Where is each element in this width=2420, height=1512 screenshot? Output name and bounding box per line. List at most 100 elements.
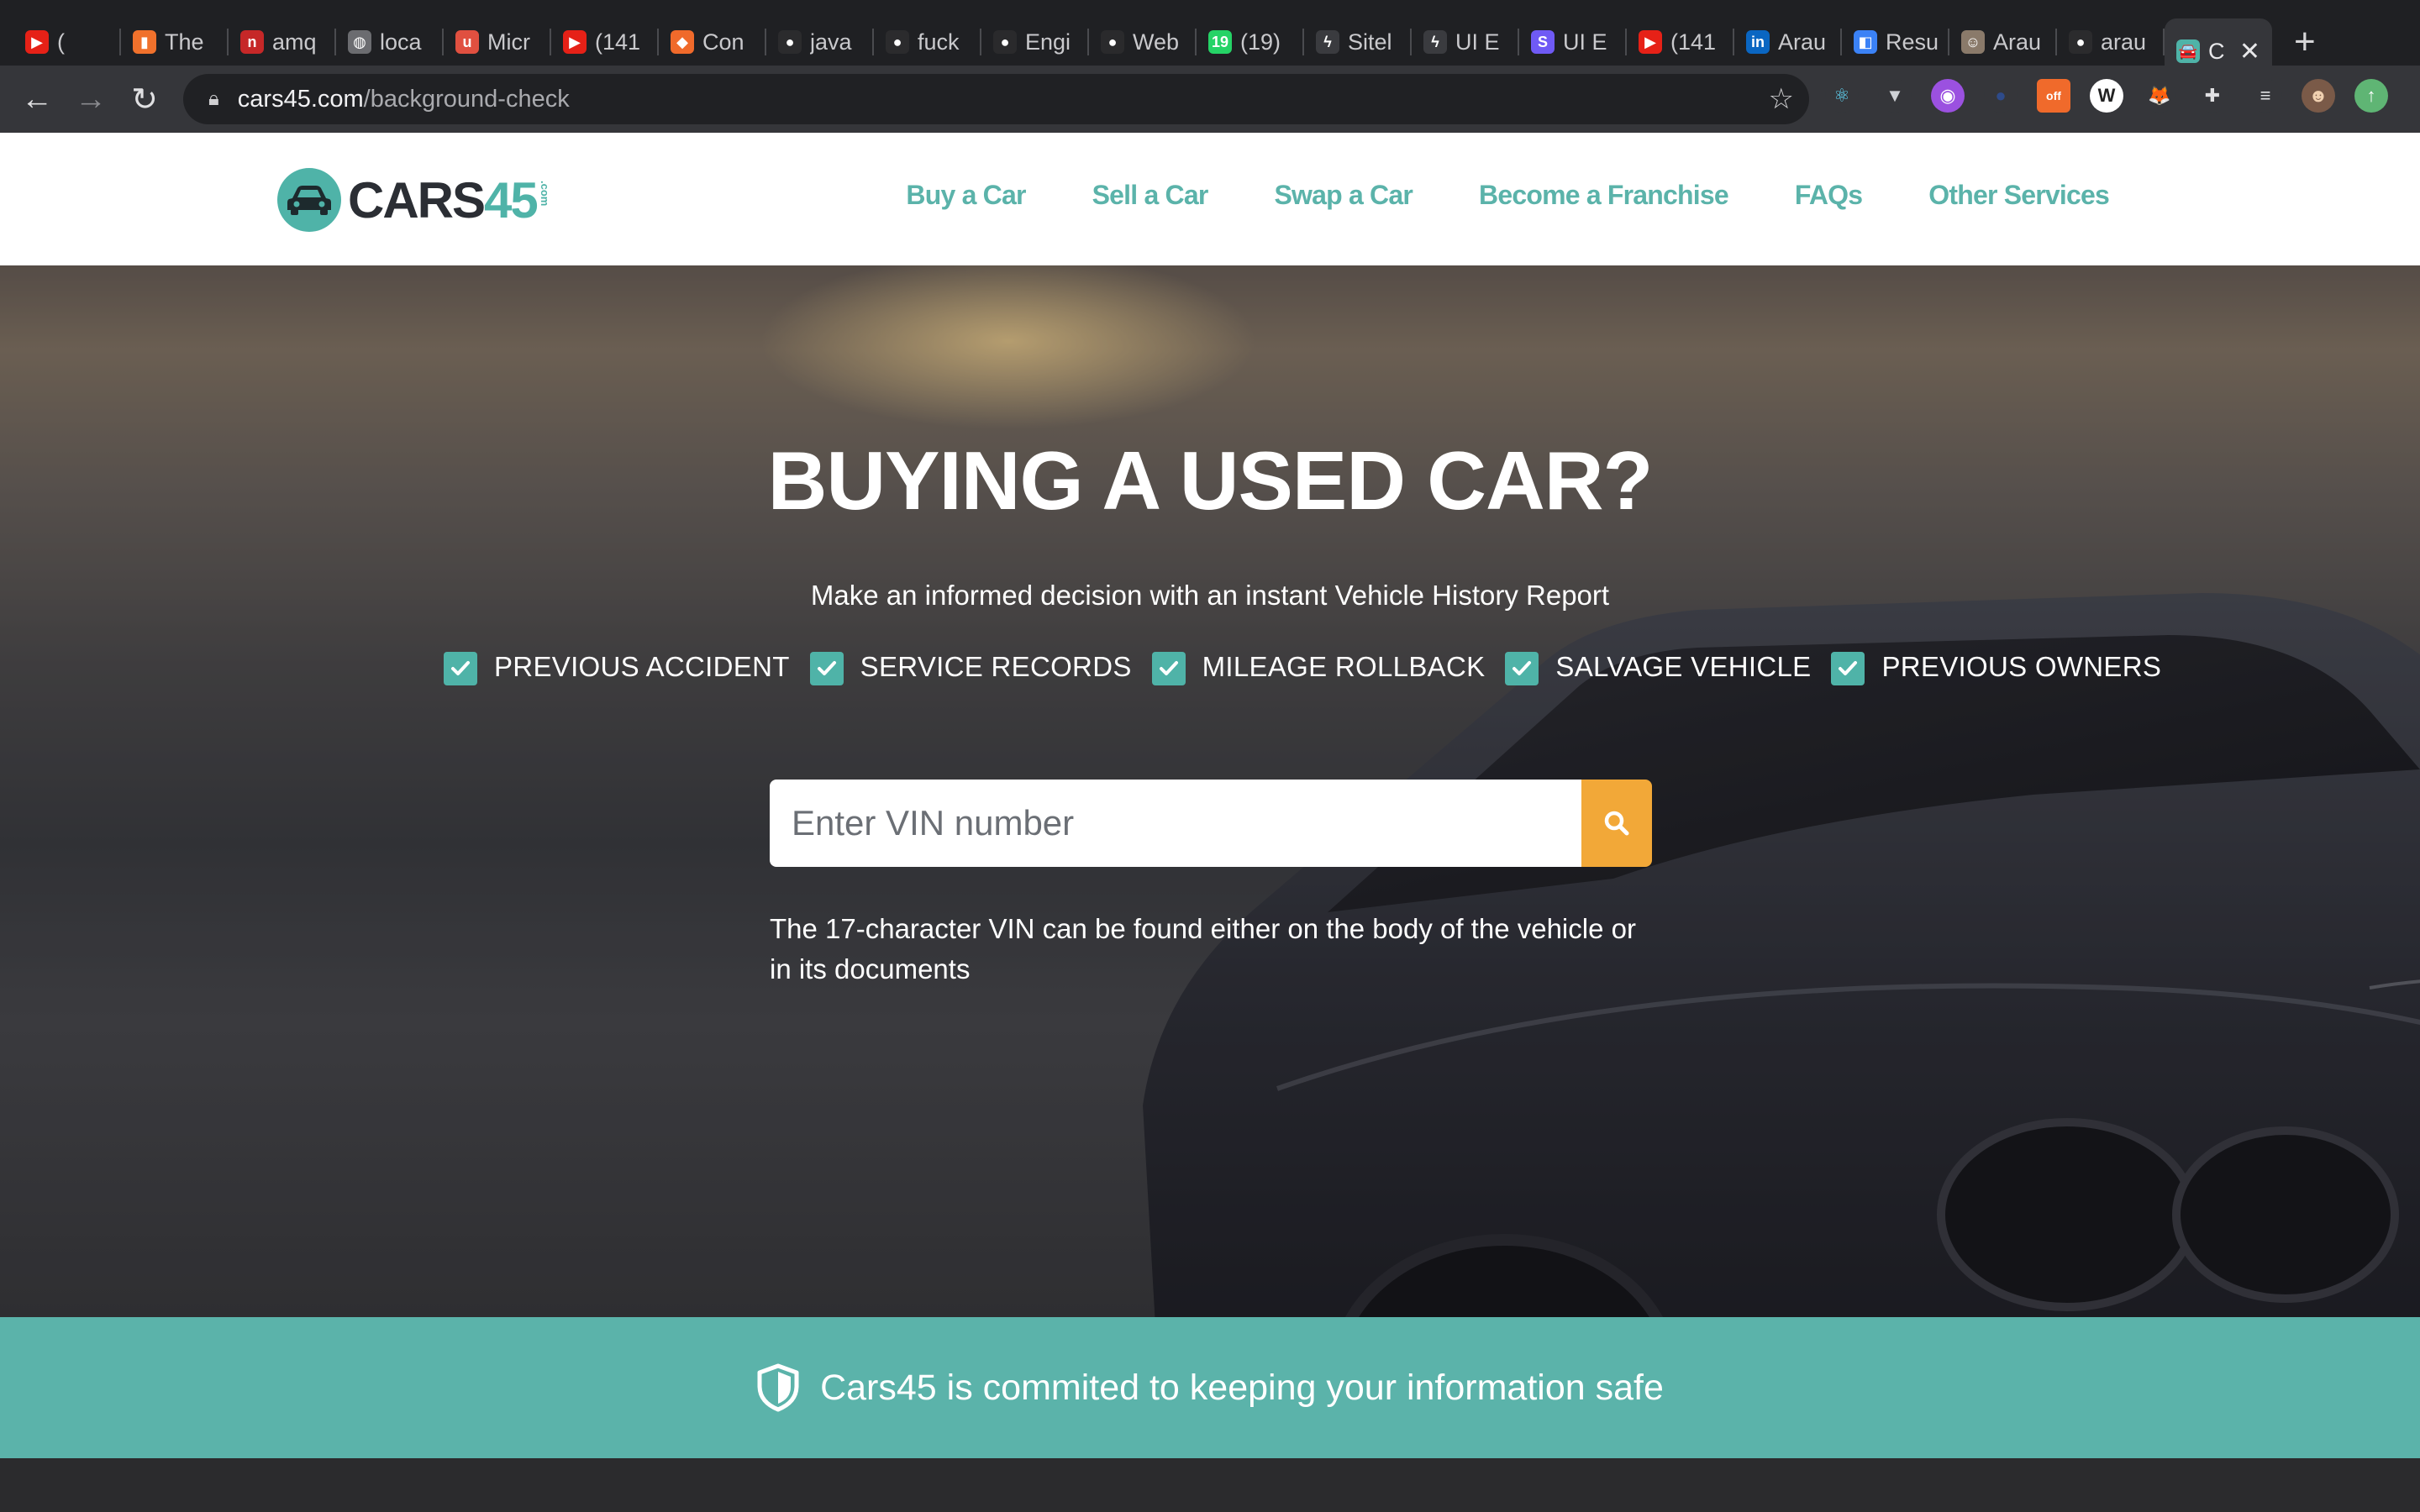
forward-arrow-icon[interactable]: → bbox=[64, 72, 118, 126]
search-icon bbox=[1604, 811, 1629, 836]
check-item: PREVIOUS ACCIDENT bbox=[444, 648, 790, 685]
metamask-icon[interactable]: 🦊 bbox=[2143, 79, 2176, 113]
browser-tab-title: The bbox=[165, 29, 204, 55]
nav-faqs[interactable]: FAQs bbox=[1795, 180, 1863, 211]
browser-tab-title: Arau bbox=[1778, 29, 1827, 55]
globe-icon: ◍ bbox=[348, 30, 371, 54]
browser-tab[interactable]: ϟ UI E bbox=[1412, 18, 1519, 66]
check-item: SERVICE RECORDS bbox=[809, 648, 1132, 685]
browser-tab[interactable]: ϟ Sitel bbox=[1304, 18, 1412, 66]
reading-list-icon[interactable]: ≡ bbox=[2249, 79, 2282, 113]
browser-tab-title: Web bbox=[1133, 29, 1180, 55]
browser-tab-title: loca bbox=[380, 29, 422, 55]
browser-tab[interactable]: ◆ Con bbox=[659, 18, 766, 66]
browser-tab-title: UI E bbox=[1455, 29, 1500, 55]
logo-wordmark: CARS45 bbox=[348, 171, 539, 228]
privacy-banner: Cars45 is commited to keeping your infor… bbox=[0, 1317, 2420, 1458]
shield-icon bbox=[757, 1363, 799, 1412]
youtube-icon: ▶ bbox=[563, 30, 587, 54]
browser-tab[interactable]: ▶( bbox=[13, 18, 121, 66]
browser-tab[interactable]: ☺ Arau bbox=[1949, 18, 2057, 66]
vin-search-button[interactable] bbox=[1581, 780, 1652, 867]
privacy-banner-text: Cars45 is commited to keeping your infor… bbox=[820, 1367, 1664, 1408]
site-header: CARS45 .com Buy a Car Sell a Car Swap a … bbox=[0, 133, 2420, 265]
browser-tab-title: java bbox=[810, 29, 852, 55]
profile-avatar-icon[interactable]: ☻ bbox=[2302, 79, 2335, 113]
browser-tab[interactable]: ● Web bbox=[1089, 18, 1197, 66]
browser-tab[interactable]: u Micr bbox=[444, 18, 551, 66]
github-icon: ● bbox=[778, 30, 802, 54]
vin-input[interactable] bbox=[770, 780, 1581, 867]
bookmark-star-icon[interactable]: ☆ bbox=[1769, 82, 1794, 116]
browser-tab[interactable]: ▶ (141 bbox=[551, 18, 659, 66]
browser-tab-title: Engi bbox=[1025, 29, 1071, 55]
browser-tab[interactable]: ▶ (141 bbox=[1627, 18, 1734, 66]
browser-tab-title: Con bbox=[702, 29, 744, 55]
reload-icon[interactable]: ↻ bbox=[118, 72, 171, 126]
close-tab-icon[interactable]: ✕ bbox=[2239, 37, 2260, 66]
bolt-icon: ϟ bbox=[1316, 30, 1339, 54]
browser-tab[interactable]: n amq bbox=[229, 18, 336, 66]
whatsapp-icon: 19 bbox=[1208, 30, 1232, 54]
portrait-icon: ☺ bbox=[1961, 30, 1985, 54]
browser-tab-title: UI E bbox=[1563, 29, 1607, 55]
browser-tab-title: (19) bbox=[1240, 29, 1281, 55]
vin-hint-text: The 17-character VIN can be found either… bbox=[770, 913, 1636, 984]
github-icon: ● bbox=[2069, 30, 2092, 54]
browser-tab[interactable]: ▮ The bbox=[121, 18, 229, 66]
hero-subtitle: Make an informed decision with an instan… bbox=[810, 580, 1610, 611]
w-ext-icon[interactable]: W bbox=[2090, 79, 2123, 113]
back-arrow-icon[interactable]: ← bbox=[10, 72, 64, 126]
dark-circle-icon: ● bbox=[1101, 30, 1124, 54]
nav-swap-a-car[interactable]: Swap a Car bbox=[1275, 180, 1413, 211]
feature-checklist: PREVIOUS ACCIDENT SERVICE RECORDS MILEAG… bbox=[444, 648, 2181, 685]
browser-tab[interactable]: S UI E bbox=[1519, 18, 1627, 66]
react-devtools-icon[interactable]: ⚛ bbox=[1825, 79, 1859, 113]
browser-tab[interactable]: ◧ Resu bbox=[1842, 18, 1949, 66]
browser-tab-title: Sitel bbox=[1348, 29, 1392, 55]
browser-tab-title: Resu bbox=[1886, 29, 1938, 55]
check-label: SERVICE RECORDS bbox=[860, 651, 1132, 682]
bucket-icon: ▮ bbox=[133, 30, 156, 54]
n-icon: n bbox=[240, 30, 264, 54]
browser-tab[interactable]: ● java bbox=[766, 18, 874, 66]
address-bar[interactable]: 🔒︎ cars45.com/background-check ☆ bbox=[183, 74, 1809, 124]
github-icon: ● bbox=[886, 30, 909, 54]
browser-tab[interactable]: ◍ loca bbox=[336, 18, 444, 66]
browser-tab-title: Arau bbox=[1993, 29, 2042, 55]
off-badge-ext-icon[interactable]: off bbox=[2037, 79, 2070, 113]
url-path: /background-check bbox=[363, 85, 570, 113]
checkmark-icon bbox=[809, 652, 844, 685]
lock-icon: 🔒︎ bbox=[208, 87, 219, 110]
check-label: SALVAGE VEHICLE bbox=[1555, 651, 1812, 682]
browser-tab[interactable]: ● Engi bbox=[981, 18, 1089, 66]
nav-other-services[interactable]: Other Services bbox=[1928, 180, 2110, 211]
checkmark-icon bbox=[1831, 652, 1865, 685]
update-arrow-icon[interactable]: ↑ bbox=[2354, 79, 2388, 113]
puzzle-extensions-icon[interactable]: ✚ bbox=[2196, 79, 2229, 113]
browser-tab[interactable]: in Arau bbox=[1734, 18, 1842, 66]
vue-devtools-icon[interactable]: ▼ bbox=[1878, 79, 1912, 113]
logo-com-suffix: .com bbox=[538, 180, 551, 207]
browser-tab[interactable]: 19 (19) bbox=[1197, 18, 1304, 66]
car-logo-icon bbox=[277, 168, 341, 232]
nav-sell-a-car[interactable]: Sell a Car bbox=[1092, 180, 1209, 211]
new-tab-button[interactable]: + bbox=[2294, 18, 2316, 66]
check-label: PREVIOUS OWNERS bbox=[1881, 651, 2162, 682]
linkedin-icon: in bbox=[1746, 30, 1770, 54]
squares-icon: ◧ bbox=[1854, 30, 1877, 54]
tag-icon: ◆ bbox=[671, 30, 694, 54]
cars45-logo[interactable]: CARS45 .com bbox=[277, 166, 551, 234]
blue-ext-icon[interactable]: ● bbox=[1984, 79, 2018, 113]
main-nav: Buy a Car Sell a Car Swap a Car Become a… bbox=[906, 180, 2109, 211]
purple-ext-icon[interactable]: ◉ bbox=[1931, 79, 1965, 113]
browser-tab[interactable]: ● fuck bbox=[874, 18, 981, 66]
nav-become-a-franchise[interactable]: Become a Franchise bbox=[1479, 180, 1729, 211]
browser-tab[interactable]: ● arau bbox=[2057, 18, 2165, 66]
hero-section: BUYING A USED CAR? Make an informed deci… bbox=[0, 265, 2420, 1317]
check-item: MILEAGE ROLLBACK bbox=[1151, 648, 1486, 685]
browser-tab-title: arau bbox=[2101, 29, 2147, 55]
u-icon: u bbox=[455, 30, 479, 54]
checkmark-icon bbox=[1505, 652, 1539, 685]
nav-buy-a-car[interactable]: Buy a Car bbox=[906, 180, 1026, 211]
